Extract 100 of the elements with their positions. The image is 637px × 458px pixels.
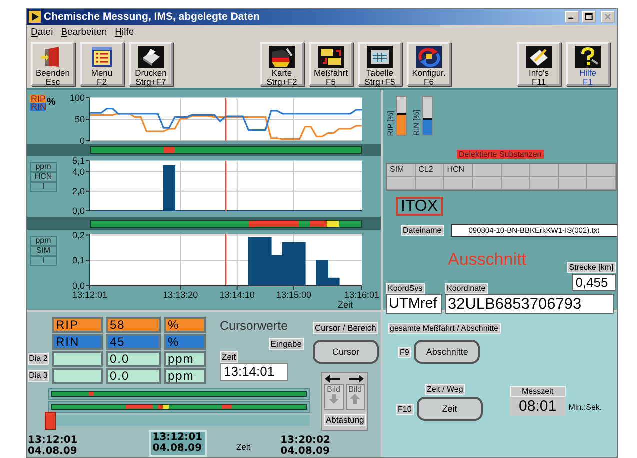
date-label: 04.08.09 (28, 446, 78, 457)
value-cell: 58 (106, 317, 161, 333)
column-header: HCN (444, 164, 473, 177)
maximize-button[interactable] (582, 11, 596, 23)
table-cell (558, 164, 588, 177)
map-icon (269, 46, 295, 68)
table-cell (387, 177, 416, 190)
folders-icon (318, 46, 344, 68)
row-label: Dia 2 (28, 353, 49, 365)
legend-label: RIN (30, 103, 46, 111)
tick-label: 0,0 (72, 206, 85, 216)
unit-cell: ppm (164, 368, 206, 384)
tick-label: 13:15:00 (276, 290, 312, 300)
left-right-arrows-icon (324, 375, 365, 383)
channel-name: RIP (52, 317, 103, 333)
pen-icon (526, 46, 552, 68)
coordinate-system-label: KoordSys (386, 283, 425, 294)
channel-name: RIN (52, 334, 103, 350)
toolbar-button[interactable]: Karte Strg+F2 (260, 42, 304, 86)
toolbar-button[interactable]: Info's F11 (517, 42, 561, 86)
page-button[interactable]: Bild (324, 384, 344, 410)
toolbar-button[interactable]: Hilfe F1 (566, 42, 610, 86)
table-cell (472, 177, 502, 190)
table-cell (444, 177, 473, 190)
file-name-label: Dateiname (401, 225, 444, 236)
scroller-thumb[interactable] (45, 412, 56, 430)
table-cell (472, 164, 502, 177)
tick-label: 13:13:20 (163, 290, 198, 300)
unit-cell: % (164, 317, 206, 333)
tick-label: 50 (74, 114, 85, 124)
mode-label: Cursor / Bereich (313, 322, 378, 334)
table-cell (587, 164, 616, 177)
toolbar-button[interactable]: Tabelle Strg+F5 (358, 42, 402, 86)
tick-label: 5,1 (72, 156, 85, 166)
table-cell (558, 177, 588, 190)
tick-label: 0,0 (72, 281, 85, 291)
table-cell (502, 177, 530, 190)
time-button[interactable]: Zeit (416, 397, 483, 421)
toolbar-button[interactable]: Meßfahrt F5 (309, 42, 353, 86)
unit-label: ppm (30, 162, 57, 172)
list-icon (89, 46, 115, 68)
app-icon (29, 11, 41, 23)
coordinate-field[interactable]: 32ULB6853706793 (445, 294, 614, 314)
toolbar-button[interactable]: Menu F2 (80, 42, 124, 86)
section-title: Ausschnitt (448, 250, 526, 269)
row-label: Dia 3 (28, 370, 49, 382)
scan-label: Abtastung (324, 414, 366, 426)
toolbar-button[interactable]: Beenden Esc (31, 42, 75, 86)
cycle-arrows-icon (416, 46, 442, 68)
table-cell (587, 177, 616, 190)
minimize-button[interactable] (565, 11, 579, 23)
axis-mode-label: Zeit / Weg (425, 384, 466, 395)
toolbar-button[interactable]: Konfigur. F6 (407, 42, 451, 86)
value-cell: 45 (106, 334, 161, 350)
legend-label: SIM (30, 246, 57, 256)
menu-item[interactable]: Bearbeiten (61, 26, 108, 38)
distance-field[interactable]: 0,455 (572, 274, 616, 291)
legend-label: HCN (30, 172, 57, 182)
legend-label: I (30, 256, 57, 266)
printer-icon (138, 46, 164, 68)
tick-label: 0,2 (72, 230, 85, 240)
legend-label: RIP (30, 95, 46, 103)
column-header: SIM (387, 164, 416, 177)
tick-label: 0,1 (72, 256, 85, 266)
time-field[interactable]: 13:14:01 (220, 363, 288, 381)
tick-label: 0 (80, 136, 85, 144)
toolbar-button[interactable]: Drucken Strg+F7 (129, 42, 173, 86)
mode-indicator: ITOX (396, 197, 444, 216)
y-axis (86, 98, 90, 142)
unit-label: % (47, 98, 57, 103)
coordinate-label: Koordinate (445, 283, 488, 294)
menu-item[interactable]: Hilfe (115, 26, 134, 38)
time-label: Zeit (220, 351, 238, 363)
page-button[interactable]: Bild (346, 384, 365, 410)
coordinate-system-field[interactable]: UTMref (386, 294, 442, 314)
time-label: 13:12:01 (28, 436, 78, 446)
table-cell (530, 164, 559, 177)
unit-cell: % (164, 334, 206, 350)
sections-button[interactable]: Abschnitte (414, 340, 480, 364)
key-label: F9 (398, 346, 412, 358)
distance-label: Strecke [km] (567, 262, 616, 273)
current-time-box: 13:12:01 04.08.09 (148, 430, 206, 457)
table-title: Delektierte Substanzen (457, 150, 544, 159)
unit-label: ppm (30, 236, 57, 246)
value-cell: 0.0 (106, 368, 161, 384)
duration-label: Messzeit (510, 386, 566, 397)
window-title: Chemische Messung, IMS, abgelegte Daten (44, 11, 260, 23)
sections-label: gesamte Meßfahrt / Abschnitte (388, 323, 500, 334)
up-arrow-icon (350, 394, 360, 404)
table-cell (416, 177, 444, 190)
cursor-button[interactable]: Cursor (313, 340, 379, 364)
column-header: CL2 (416, 164, 444, 177)
menu-item[interactable]: Datei (31, 26, 54, 38)
key-label: F10 (396, 404, 414, 414)
axis-label: Zeit (236, 442, 251, 452)
tick-label: 4,0 (72, 166, 85, 177)
tick-label: 2,0 (72, 186, 85, 196)
time-label: 13:20:02 (280, 436, 330, 446)
unit-cell: ppm (164, 351, 206, 367)
value-cell: 0.0 (106, 351, 161, 367)
